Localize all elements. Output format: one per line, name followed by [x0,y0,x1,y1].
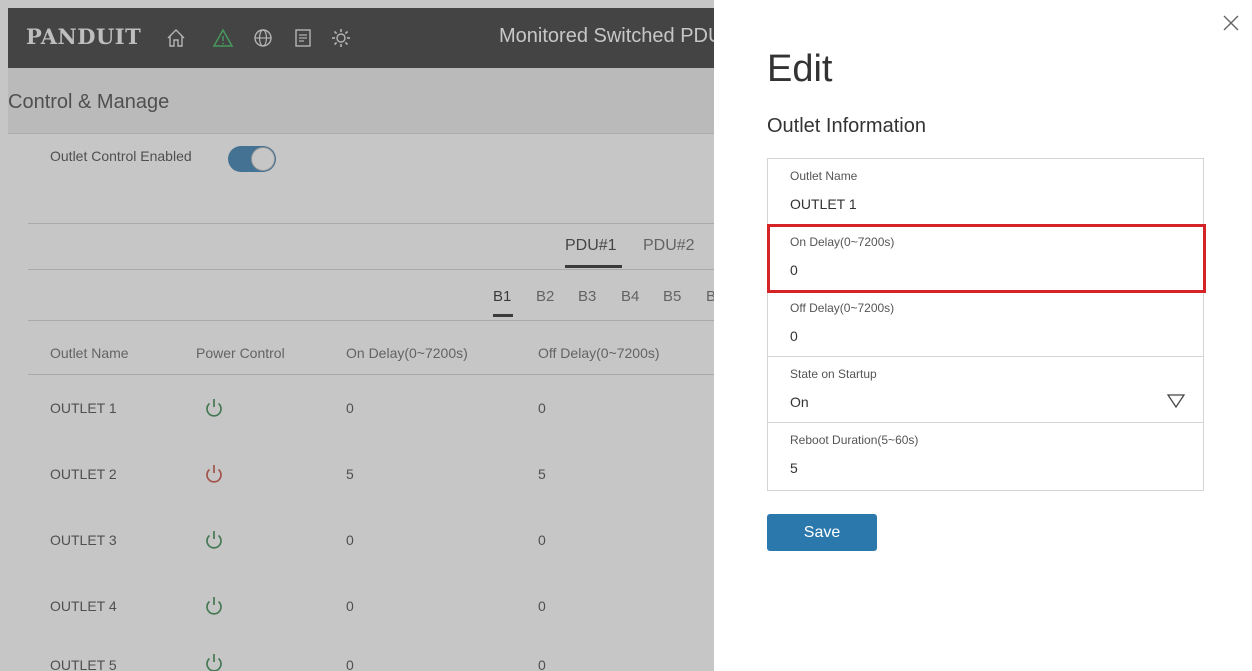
state-on-startup-select[interactable]: State on Startup On [768,357,1203,423]
close-icon[interactable] [1222,14,1240,32]
field-label: On Delay(0~7200s) [790,235,895,249]
field-label: Off Delay(0~7200s) [790,301,895,315]
field-value[interactable]: OUTLET 1 [790,196,857,212]
save-button[interactable]: Save [767,514,877,551]
dropdown-triangle-icon[interactable] [1167,394,1185,408]
field-value[interactable]: 0 [790,328,798,344]
field-value[interactable]: 5 [790,460,798,476]
reboot-duration-field[interactable]: Reboot Duration(5~60s) 5 [768,423,1203,489]
outlet-info-form: Outlet Name OUTLET 1 On Delay(0~7200s) 0… [767,158,1204,491]
field-label: Outlet Name [790,169,858,183]
off-delay-field[interactable]: Off Delay(0~7200s) 0 [768,291,1203,357]
edit-panel-title: Edit [767,48,833,90]
modal-backdrop[interactable] [0,0,714,671]
on-delay-field[interactable]: On Delay(0~7200s) 0 [768,225,1203,291]
field-value[interactable]: 0 [790,262,798,278]
field-label: Reboot Duration(5~60s) [790,433,919,447]
outlet-name-field[interactable]: Outlet Name OUTLET 1 [768,159,1203,225]
field-value[interactable]: On [790,394,809,410]
section-title: Outlet Information [767,115,926,137]
field-label: State on Startup [790,367,877,381]
